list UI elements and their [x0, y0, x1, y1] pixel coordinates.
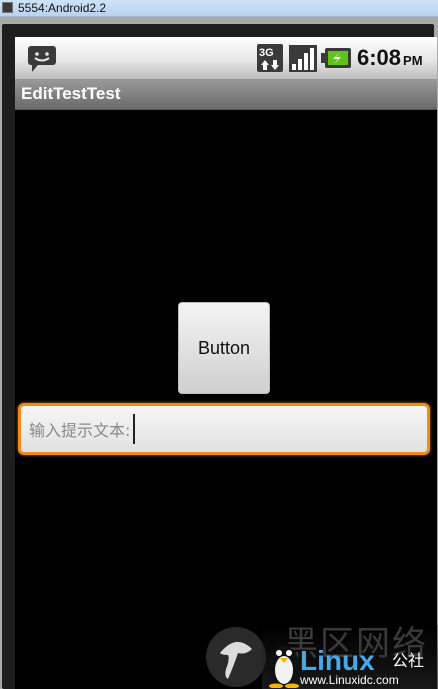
app-title: EditTestTest: [21, 84, 121, 103]
watermark-mushroom-logo-icon: [206, 627, 266, 687]
network-type-label: 3G: [259, 47, 274, 59]
status-clock: 6:08 PM: [357, 43, 423, 73]
android-screen: 3G 6:08 PM EditTestTest Button 输入提示文本:: [15, 37, 437, 689]
app-title-bar: EditTestTest: [15, 79, 437, 110]
emulator-app-icon: [2, 2, 13, 13]
clock-time: 6:08: [357, 45, 402, 70]
watermark-linux-text: Linux: [300, 645, 375, 676]
emulator-window-titlebar: 5554:Android2.2: [0, 0, 438, 17]
emulator-window-title: 5554:Android2.2: [18, 1, 107, 15]
watermark-url: www.Linuxidc.com: [300, 673, 399, 687]
signal-strength-icon: [289, 45, 317, 72]
main-button[interactable]: Button: [178, 302, 270, 394]
clock-ampm: PM: [403, 53, 423, 68]
hint-edit-text[interactable]: 输入提示文本:: [18, 403, 430, 455]
text-cursor: [133, 414, 136, 444]
network-3g-icon: 3G: [257, 44, 283, 72]
edit-text-hint: 输入提示文本:: [29, 421, 131, 440]
status-bar[interactable]: 3G 6:08 PM: [15, 37, 437, 79]
message-notification-icon: [28, 46, 56, 72]
battery-charging-icon: [321, 48, 351, 68]
watermark-gongshe-text: 公社: [392, 651, 425, 670]
tux-penguin-icon: [269, 646, 299, 688]
